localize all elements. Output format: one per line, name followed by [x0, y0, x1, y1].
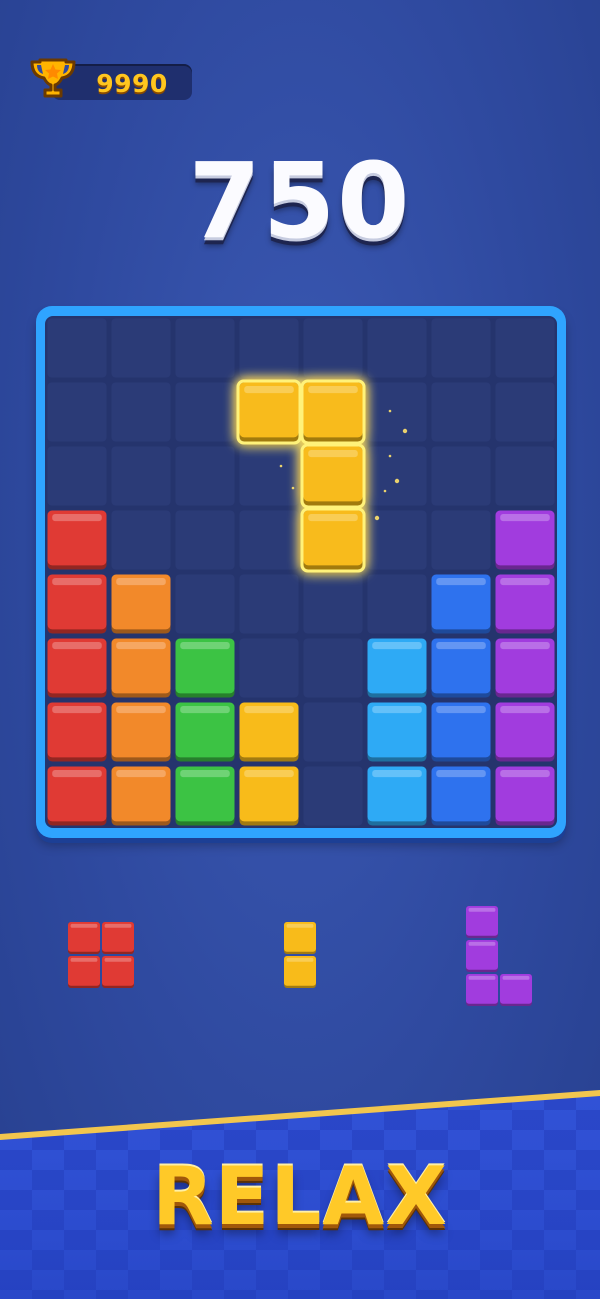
red-block — [68, 922, 100, 954]
board-cell[interactable] — [47, 446, 107, 506]
board-cell[interactable] — [175, 318, 235, 378]
green-block — [175, 702, 235, 762]
board-cell[interactable] — [431, 382, 491, 442]
yellow-block — [284, 922, 316, 954]
yellow-block — [239, 766, 299, 826]
red-block — [68, 956, 100, 988]
green-block — [175, 766, 235, 826]
board-cell[interactable] — [367, 318, 427, 378]
game-board[interactable] — [45, 316, 557, 828]
board-cell[interactable] — [367, 382, 427, 442]
board-cell[interactable] — [495, 382, 555, 442]
board-cell[interactable] — [239, 318, 299, 378]
current-score: 750 — [188, 140, 412, 262]
red-block — [47, 510, 107, 570]
red-block — [47, 638, 107, 698]
yellow-block — [300, 379, 366, 445]
purple-block — [500, 974, 532, 1006]
board-cell[interactable] — [367, 446, 427, 506]
board-cell[interactable] — [367, 574, 427, 634]
board-cell[interactable] — [239, 574, 299, 634]
board-cell[interactable] — [239, 446, 299, 506]
board-cell[interactable] — [239, 638, 299, 698]
board-cell[interactable] — [175, 574, 235, 634]
blue-block — [431, 574, 491, 634]
board-cell[interactable] — [431, 510, 491, 570]
board-cell[interactable] — [175, 510, 235, 570]
yellow-block — [300, 507, 366, 573]
sparkle-dot — [291, 486, 295, 490]
orange-block — [111, 574, 171, 634]
red-square-piece[interactable] — [68, 922, 134, 988]
sparkle-dot — [383, 489, 387, 493]
purple-block — [466, 974, 498, 1006]
sparkle-dot — [388, 409, 392, 413]
purple-block — [495, 766, 555, 826]
blue-block — [431, 638, 491, 698]
board-cell[interactable] — [303, 574, 363, 634]
orange-block — [111, 702, 171, 762]
sparkle-dot — [374, 515, 380, 521]
red-block — [47, 702, 107, 762]
board-cell[interactable] — [303, 766, 363, 826]
best-score-value: 9990 — [96, 69, 168, 98]
blue-block — [431, 766, 491, 826]
board-cell[interactable] — [111, 382, 171, 442]
sparkle-dot — [279, 464, 283, 468]
trophy-icon — [30, 58, 76, 98]
sparkle-dot — [402, 428, 408, 434]
board-cell[interactable] — [431, 318, 491, 378]
relax-tagline: RELAX — [152, 1150, 448, 1243]
cyan-block — [367, 638, 427, 698]
purple-block — [466, 940, 498, 972]
board-cell[interactable] — [495, 446, 555, 506]
board-cell[interactable] — [175, 382, 235, 442]
green-block — [175, 638, 235, 698]
board-cell[interactable] — [239, 510, 299, 570]
cyan-block — [367, 766, 427, 826]
board-cell[interactable] — [47, 382, 107, 442]
red-block — [102, 956, 134, 988]
yellow-bar-piece[interactable] — [284, 922, 316, 988]
board-cell[interactable] — [111, 446, 171, 506]
piece-tray — [68, 906, 532, 1006]
purple-block — [466, 906, 498, 938]
red-block — [47, 766, 107, 826]
yellow-block — [284, 956, 316, 988]
purple-block — [495, 574, 555, 634]
board-cell[interactable] — [303, 318, 363, 378]
purple-l-piece[interactable] — [466, 906, 532, 1006]
board-cell[interactable] — [111, 510, 171, 570]
sparkle-dot — [394, 478, 400, 484]
board-cell[interactable] — [495, 318, 555, 378]
board-cell[interactable] — [303, 702, 363, 762]
cyan-block — [367, 702, 427, 762]
yellow-block — [239, 702, 299, 762]
purple-block — [495, 638, 555, 698]
board-cell[interactable] — [47, 318, 107, 378]
board-cell[interactable] — [175, 446, 235, 506]
yellow-block — [300, 443, 366, 509]
red-block — [47, 574, 107, 634]
orange-block — [111, 766, 171, 826]
board-cell[interactable] — [303, 638, 363, 698]
purple-block — [495, 702, 555, 762]
blue-block — [431, 702, 491, 762]
orange-block — [111, 638, 171, 698]
red-block — [102, 922, 134, 954]
board-cell[interactable] — [111, 318, 171, 378]
yellow-block — [236, 379, 302, 445]
sparkle-dot — [388, 454, 392, 458]
board-cell[interactable] — [431, 446, 491, 506]
purple-block — [495, 510, 555, 570]
